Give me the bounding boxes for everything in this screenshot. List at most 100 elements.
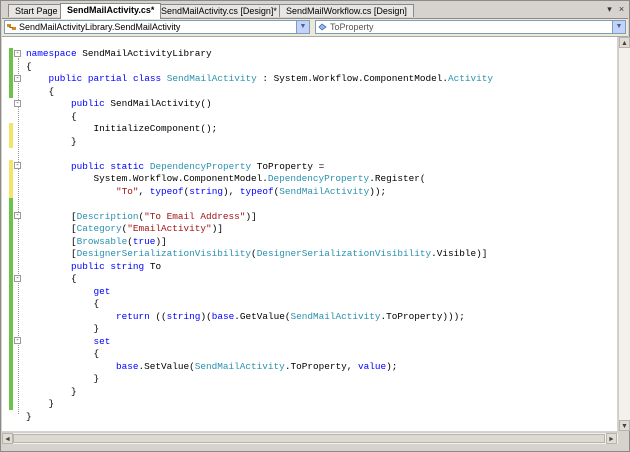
code-line[interactable]: { [26, 298, 493, 311]
code-token: .ToProperty, [284, 360, 358, 372]
change-indicator [9, 48, 13, 98]
type-dropdown[interactable]: SendMailActivityLibrary.SendMailActivity… [4, 20, 310, 34]
code-token: static [110, 160, 145, 172]
code-token: } [26, 135, 77, 147]
code-token: public [71, 160, 105, 172]
code-line[interactable]: { [26, 273, 493, 286]
code-line[interactable]: public partial class SendMailActivity : … [26, 73, 494, 86]
tab-menu-icon[interactable]: ▾ [604, 4, 615, 15]
code-token: .ToProperty))); [380, 310, 465, 322]
code-token: : System.Workflow.ComponentModel. [256, 73, 449, 84]
code-line[interactable]: } [26, 323, 493, 336]
code-line[interactable]: } [26, 398, 493, 411]
vertical-scrollbar[interactable]: ▲ ▼ [618, 37, 630, 431]
code-line[interactable]: { [26, 86, 493, 99]
code-token: public [71, 98, 105, 109]
code-token: string [110, 260, 145, 272]
code-token: SendMailActivity [194, 360, 285, 372]
code-line[interactable]: [Browsable(true)] [26, 236, 493, 249]
code-line[interactable]: } [26, 411, 493, 424]
code-line[interactable]: [DesignerSerializationVisibility(Designe… [26, 248, 493, 261]
code-token: ), [222, 185, 240, 197]
collapse-icon[interactable]: - [14, 100, 21, 107]
code-line[interactable]: set [26, 336, 493, 349]
close-icon[interactable]: × [616, 4, 627, 15]
code-token: Activity [448, 73, 494, 84]
chevron-down-icon[interactable]: ▼ [612, 21, 625, 33]
scroll-down-icon[interactable]: ▼ [619, 420, 630, 431]
code-line[interactable]: { [26, 348, 493, 361]
code-line[interactable]: public SendMailActivity() [26, 98, 493, 111]
code-line[interactable]: "To", typeof(string), typeof(SendMailAct… [26, 186, 493, 199]
source-code[interactable]: namespace SendMailActivityLibrary{ publi… [26, 48, 493, 423]
scrollbar-corner [618, 432, 629, 443]
code-line[interactable]: } [26, 386, 493, 399]
field-icon [318, 23, 327, 31]
collapse-icon[interactable]: - [14, 162, 21, 169]
code-token: DesignerSerializationVisibility [76, 248, 252, 259]
code-token: InitializeComponent(); [26, 123, 218, 134]
code-line[interactable]: } [26, 136, 493, 149]
horizontal-scrollbar[interactable]: ◄ ► [2, 432, 618, 444]
code-token: .Register( [369, 173, 426, 184]
code-token: true [132, 235, 156, 247]
code-token: .GetValue( [234, 310, 291, 322]
code-line[interactable]: { [26, 111, 493, 124]
horizontal-scroll-thumb[interactable] [13, 434, 605, 443]
code-token: { [26, 60, 32, 72]
chevron-down-icon[interactable]: ▼ [296, 21, 309, 33]
scroll-left-icon[interactable]: ◄ [2, 433, 13, 444]
code-token: { [26, 273, 77, 284]
class-icon [7, 24, 16, 30]
code-token: set [93, 335, 111, 347]
code-token: partial [87, 73, 128, 84]
code-line[interactable]: System.Workflow.ComponentModel.Dependenc… [26, 173, 493, 186]
code-line[interactable]: get [26, 286, 493, 299]
code-line[interactable]: InitializeComponent(); [26, 123, 493, 136]
collapse-icon[interactable]: - [14, 275, 21, 282]
tab-sendmailactivity-cs[interactable]: SendMailActivity.cs* [60, 3, 162, 19]
code-token: string [189, 185, 223, 197]
code-token: [ [26, 223, 77, 234]
member-dropdown[interactable]: ToProperty ▼ [315, 20, 626, 34]
code-line[interactable]: } [26, 373, 493, 386]
tab-sendmailworkflow-design[interactable]: SendMailWorkflow.cs [Design] [279, 4, 414, 17]
code-editor[interactable]: - - - - - - - namespace SendMailActivity… [2, 37, 617, 431]
code-line[interactable]: public static DependencyProperty ToPrope… [26, 161, 493, 174]
tab-sendmailactivity-design[interactable]: SendMailActivity.cs [Design]* [154, 4, 284, 17]
tab-start-page[interactable]: Start Page [8, 4, 65, 17]
code-token: .SetValue( [138, 360, 195, 372]
code-line[interactable]: [Category("EmailActivity")] [26, 223, 493, 236]
code-token: Category [76, 223, 122, 234]
code-line[interactable] [26, 198, 493, 211]
code-token: .Visible)] [431, 248, 488, 259]
code-line[interactable]: return ((string)(base.GetValue(SendMailA… [26, 311, 493, 324]
code-line[interactable]: namespace SendMailActivityLibrary [26, 48, 493, 61]
code-token: class [132, 73, 162, 84]
code-token: "EmailActivity" [127, 223, 212, 234]
document-tab-strip: Start Page SendMailActivity.cs* SendMail… [2, 2, 628, 19]
change-indicator [9, 123, 13, 148]
code-token: [ [26, 235, 77, 247]
collapse-icon[interactable]: - [14, 75, 21, 82]
change-indicator [9, 160, 13, 198]
collapse-icon[interactable]: - [14, 337, 21, 344]
code-token: )] [155, 235, 167, 247]
scroll-right-icon[interactable]: ► [606, 433, 617, 444]
code-token: DependencyProperty [149, 160, 252, 172]
collapse-icon[interactable]: - [14, 212, 21, 219]
code-line[interactable] [26, 148, 493, 161]
collapse-icon[interactable]: - [14, 50, 21, 57]
code-token: { [26, 298, 100, 309]
code-line[interactable]: { [26, 61, 493, 74]
code-line[interactable]: base.SetValue(SendMailActivity.ToPropert… [26, 361, 493, 374]
code-token: return [116, 310, 150, 322]
code-line[interactable]: public string To [26, 261, 493, 274]
code-line[interactable]: [Description("To Email Address")] [26, 211, 493, 224]
scroll-up-icon[interactable]: ▲ [619, 37, 630, 48]
code-token: , [138, 185, 150, 197]
